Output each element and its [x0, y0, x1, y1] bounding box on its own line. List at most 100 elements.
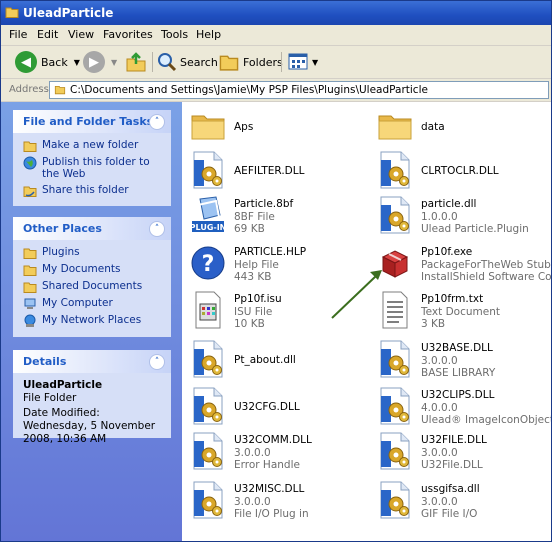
- views-button[interactable]: ▼: [288, 50, 318, 74]
- explorer-window: UleadParticle File Edit View Favorites T…: [0, 0, 552, 542]
- toolbar: ◀ Back ▼ ▶ ▼ Search Folders ▼: [1, 46, 551, 79]
- file-detail: Error Handle: [234, 459, 300, 471]
- file-detail: File I/O Plug in: [234, 508, 309, 520]
- file-name: U32BASE.DLL: [421, 342, 493, 354]
- file-item[interactable]: Pp10f.exe PackageForTheWeb Stub InstallShi…: [377, 243, 552, 283]
- place-my-computer[interactable]: My Computer: [23, 297, 113, 311]
- back-button[interactable]: ◀ Back ▼: [15, 50, 80, 74]
- menu-tools[interactable]: Tools: [161, 28, 188, 41]
- file-name: Aps: [234, 121, 254, 133]
- place-shared-documents[interactable]: Shared Documents: [23, 280, 142, 294]
- share-folder-link[interactable]: Share this folder: [23, 184, 129, 198]
- menu-edit[interactable]: Edit: [37, 28, 58, 41]
- file-item[interactable]: CLRTOCLR.DLL: [377, 150, 551, 190]
- folder-file-icon: [190, 106, 226, 146]
- make-new-folder-link[interactable]: Make a new folder: [23, 139, 138, 153]
- file-item[interactable]: Particle.8bf 8BF File 69 KB: [190, 195, 370, 235]
- details-type: File Folder: [23, 392, 77, 404]
- dropdown-arrow-icon: ▼: [312, 57, 319, 67]
- file-item[interactable]: U32MISC.DLL 3.0.0.0 File I/O Plug in: [190, 480, 370, 520]
- file-item[interactable]: AEFILTER.DLL: [190, 150, 370, 190]
- link-label: Share this folder: [42, 184, 129, 196]
- dll-file-icon: [190, 339, 226, 379]
- collapse-chevron-icon[interactable]: ˄: [149, 114, 165, 130]
- collapse-chevron-icon[interactable]: ˄: [149, 354, 165, 370]
- place-my-network-places[interactable]: My Network Places: [23, 314, 141, 328]
- search-button[interactable]: Search: [157, 50, 218, 74]
- place-plugins[interactable]: Plugins: [23, 246, 80, 260]
- file-item[interactable]: Pp10frm.txt Text Document 3 KB: [377, 290, 551, 330]
- panel-header[interactable]: Details ˄: [13, 350, 171, 373]
- folders-icon: [219, 52, 239, 72]
- folder-icon: [53, 84, 67, 95]
- new-folder-icon: [23, 139, 37, 153]
- annotation-arrow-icon: [331, 270, 382, 319]
- menu-favorites[interactable]: Favorites: [103, 28, 153, 41]
- collapse-chevron-icon[interactable]: ˄: [149, 221, 165, 237]
- file-type: ISU File: [234, 306, 273, 318]
- address-field[interactable]: C:\Documents and Settings\Jamie\My PSP F…: [49, 81, 549, 99]
- panel-header[interactable]: File and Folder Tasks ˄: [13, 110, 171, 133]
- publish-web-link[interactable]: Publish this folder to the Web: [23, 156, 163, 180]
- title-bar[interactable]: UleadParticle: [1, 1, 551, 25]
- file-name: Pt_about.dll: [234, 354, 296, 366]
- file-name: data: [421, 121, 445, 133]
- file-item[interactable]: Pt_about.dll: [190, 339, 370, 379]
- dll-file-icon: [190, 431, 226, 471]
- file-item[interactable]: U32COMM.DLL 3.0.0.0 Error Handle: [190, 431, 370, 471]
- isu-file-icon: [190, 290, 226, 330]
- forward-arrow-icon: ▶: [83, 51, 105, 73]
- file-item[interactable]: data: [377, 106, 551, 146]
- up-folder-button[interactable]: [125, 50, 147, 74]
- views-icon: [288, 53, 308, 70]
- help-file-icon: [190, 243, 226, 283]
- shared-folder-icon: [23, 280, 37, 294]
- link-label: Plugins: [42, 246, 80, 258]
- globe-icon: [23, 156, 37, 170]
- file-name: AEFILTER.DLL: [234, 165, 305, 177]
- address-bar: Address C:\Documents and Settings\Jamie\…: [1, 79, 551, 102]
- dll-file-icon: [377, 480, 413, 520]
- share-folder-icon: [23, 184, 37, 198]
- file-item[interactable]: U32BASE.DLL 3.0.0.0 BASE LIBRARY: [377, 339, 551, 379]
- file-name: ussgifsa.dll: [421, 483, 480, 495]
- back-label: Back: [41, 55, 68, 69]
- folder-icon: [4, 5, 20, 19]
- panel-header[interactable]: Other Places ˄: [13, 217, 171, 240]
- file-name: Particle.8bf: [234, 198, 294, 210]
- file-item[interactable]: U32CLIPS.DLL 4.0.0.0 Ulead® ImageIconObjec…: [377, 386, 551, 426]
- file-type: 1.0.0.0: [421, 211, 458, 223]
- menu-view[interactable]: View: [68, 28, 94, 41]
- folders-button[interactable]: Folders: [219, 50, 283, 74]
- file-item[interactable]: particle.dll 1.0.0.0 Ulead Particle.Plugin: [377, 195, 551, 235]
- link-label: My Computer: [42, 297, 113, 309]
- details-modified: Date Modified: Wednesday, 5 November 200…: [23, 407, 156, 445]
- other-places-panel: Other Places ˄ Plugins My Documents Shar…: [13, 217, 171, 337]
- panel-title: Details: [23, 355, 67, 368]
- file-detail: InstallShield Software Corpora...: [421, 271, 552, 283]
- file-item[interactable]: U32FILE.DLL 3.0.0.0 U32File.DLL: [377, 431, 551, 471]
- file-detail: 10 KB: [234, 318, 265, 330]
- dll-file-icon: [377, 386, 413, 426]
- dropdown-arrow-icon: ▼: [73, 57, 80, 67]
- address-label: Address: [9, 84, 49, 95]
- file-item[interactable]: U32CFG.DLL: [190, 386, 370, 426]
- link-label: Make a new folder: [42, 139, 139, 151]
- place-my-documents[interactable]: My Documents: [23, 263, 120, 277]
- file-item[interactable]: Aps: [190, 106, 370, 146]
- file-list-view: ussgifsa.dll 3.0.0.0 GIF File I/O U32MISC.D…: [182, 102, 551, 541]
- forward-button[interactable]: ▶ ▼: [83, 50, 117, 74]
- file-name: Pp10frm.txt: [421, 293, 484, 305]
- menu-file[interactable]: File: [9, 28, 27, 41]
- menu-bar: File Edit View Favorites Tools Help: [1, 25, 551, 46]
- address-path: C:\Documents and Settings\Jamie\My PSP F…: [70, 84, 428, 96]
- file-detail: Ulead® ImageIconObject® U...: [421, 414, 551, 426]
- panel-title: File and Folder Tasks: [23, 115, 154, 128]
- file-item[interactable]: ussgifsa.dll 3.0.0.0 GIF File I/O: [377, 480, 551, 520]
- file-type: 3.0.0.0: [421, 355, 458, 367]
- dll-file-icon: [377, 195, 413, 235]
- link-label: Shared Documents: [42, 280, 143, 292]
- menu-help[interactable]: Help: [196, 28, 221, 41]
- file-type: 8BF File: [234, 211, 275, 223]
- dll-file-icon: [377, 431, 413, 471]
